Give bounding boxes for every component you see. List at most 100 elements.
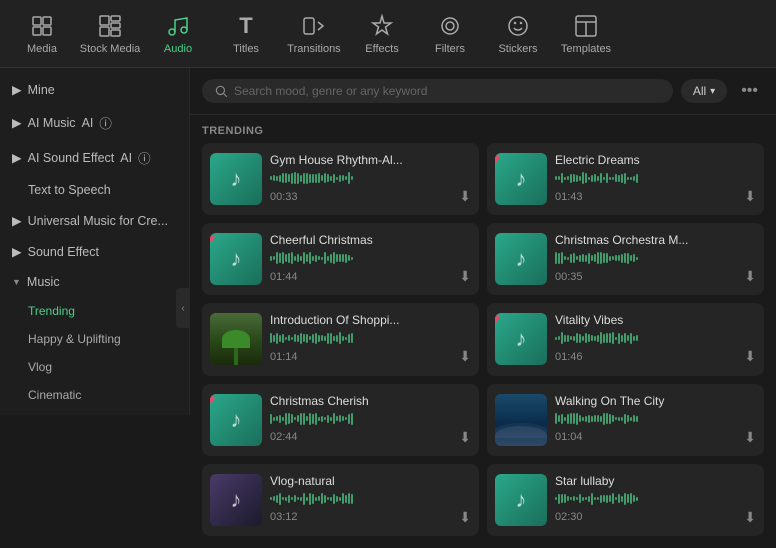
sidebar-item-text-to-speech[interactable]: Text to Speech (0, 175, 189, 205)
music-card-3[interactable]: ♥ ♪ Cheerful Christmas 01:44 ⬇ (202, 223, 479, 295)
music-card-1[interactable]: ♪ Gym House Rhythm-Al... 00:33 ⬇ (202, 143, 479, 215)
music-meta: 01:04 ⬇ (555, 429, 756, 446)
music-card-10[interactable]: ♪ Star lullaby 02:30 ⬇ (487, 464, 764, 536)
waveform (270, 171, 471, 185)
download-icon[interactable]: ⬇ (744, 268, 756, 285)
cinematic-sub-label: Cinematic (28, 388, 81, 402)
download-icon[interactable]: ⬇ (459, 188, 471, 205)
sidebar-sub-trending[interactable]: Trending (0, 297, 189, 325)
download-icon[interactable]: ⬇ (744, 188, 756, 205)
download-icon[interactable]: ⬇ (459, 429, 471, 446)
stock-media-icon (97, 13, 123, 39)
download-icon[interactable]: ⬇ (744, 348, 756, 365)
nav-media-label: Media (27, 43, 57, 55)
nav-templates[interactable]: Templates (552, 4, 620, 64)
heart-badge: ♥ (210, 233, 215, 246)
sidebar-collapse-button[interactable]: ‹ (176, 288, 190, 328)
music-thumbnail: ♪ (210, 474, 262, 526)
music-duration: 00:35 (555, 271, 583, 283)
download-icon[interactable]: ⬇ (744, 429, 756, 446)
sidebar-item-mine[interactable]: ▶ Mine (0, 74, 189, 105)
music-info: Introduction Of Shoppi... 01:14 ⬇ (270, 313, 471, 365)
nav-audio-label: Audio (164, 43, 192, 55)
search-input[interactable] (234, 84, 661, 98)
sidebar-item-ai-sound-effect[interactable]: ▶ AI Sound Effect AI ⓘ (0, 140, 189, 175)
nav-transitions[interactable]: Transitions (280, 4, 348, 64)
music-note-icon: ♪ (516, 326, 527, 352)
music-info: Star lullaby 02:30 ⬇ (555, 474, 756, 526)
music-title: Christmas Cherish (270, 394, 471, 408)
download-icon[interactable]: ⬇ (744, 509, 756, 526)
sidebar-item-sound-effect[interactable]: ▶ Sound Effect (0, 236, 189, 267)
nav-effects[interactable]: Effects (348, 4, 416, 64)
music-title: Christmas Orchestra M... (555, 233, 756, 247)
download-icon[interactable]: ⬇ (459, 509, 471, 526)
music-duration: 02:30 (555, 511, 583, 523)
sidebar-music-label: Music (27, 275, 60, 289)
nav-effects-label: Effects (365, 43, 398, 55)
heart-badge: ♥ (210, 394, 215, 407)
music-meta: 03:12 ⬇ (270, 509, 471, 526)
filter-button[interactable]: All ▾ (681, 79, 727, 103)
nav-stock-media-label: Stock Media (80, 43, 141, 55)
search-input-wrap[interactable] (202, 79, 673, 103)
music-meta: 02:44 ⬇ (270, 429, 471, 446)
music-card-8[interactable]: Walking On The City 01:04 ⬇ (487, 384, 764, 456)
music-card-5[interactable]: Introduction Of Shoppi... 01:14 ⬇ (202, 303, 479, 375)
music-arrow: ▼ (12, 277, 21, 287)
waveform (270, 412, 471, 426)
music-note-icon: ♪ (231, 166, 242, 192)
music-thumbnail: ♪ (495, 233, 547, 285)
music-info: Electric Dreams 01:43 ⬇ (555, 153, 756, 205)
music-duration: 01:44 (270, 271, 298, 283)
sound-effect-arrow: ▶ (12, 244, 22, 259)
sidebar-sub-cinematic[interactable]: Cinematic (0, 381, 189, 409)
nav-stickers[interactable]: Stickers (484, 4, 552, 64)
more-options-button[interactable]: ••• (735, 78, 764, 104)
nav-audio[interactable]: Audio (144, 4, 212, 64)
music-card-9[interactable]: ♪ Vlog-natural 03:12 ⬇ (202, 464, 479, 536)
music-info: Cheerful Christmas 01:44 ⬇ (270, 233, 471, 285)
waveform (555, 492, 756, 506)
download-icon[interactable]: ⬇ (459, 268, 471, 285)
sidebar-item-music[interactable]: ▼ Music (0, 267, 189, 297)
music-thumbnail: ♪ (210, 153, 262, 205)
sidebar-sub-happy-uplifting[interactable]: Happy & Uplifting (0, 325, 189, 353)
nav-filters[interactable]: Filters (416, 4, 484, 64)
music-info: Vitality Vibes 01:46 ⬇ (555, 313, 756, 365)
trending-sub-label: Trending (28, 304, 75, 318)
sidebar-ai-music-label: AI Music (28, 116, 76, 130)
sidebar: ▶ Mine ▶ AI Music AI ⓘ ▶ AI Sound Effect… (0, 68, 190, 415)
mine-arrow: ▶ (12, 82, 22, 97)
music-title: Star lullaby (555, 474, 756, 488)
music-meta: 01:14 ⬇ (270, 348, 471, 365)
music-meta: 00:35 ⬇ (555, 268, 756, 285)
sidebar-item-ai-music[interactable]: ▶ AI Music AI ⓘ (0, 105, 189, 140)
music-card-4[interactable]: ♪ Christmas Orchestra M... 00:35 ⬇ (487, 223, 764, 295)
stickers-icon (505, 13, 531, 39)
music-note-icon: ♪ (231, 487, 242, 513)
music-title: Electric Dreams (555, 153, 756, 167)
nav-stock-media[interactable]: Stock Media (76, 4, 144, 64)
filters-icon (437, 13, 463, 39)
more-icon: ••• (741, 82, 758, 99)
music-card-7[interactable]: ♥ ♪ Christmas Cherish 02:44 ⬇ (202, 384, 479, 456)
sidebar-item-universal-music[interactable]: ▶ Universal Music for Cre... (0, 205, 189, 236)
music-title: Walking On The City (555, 394, 756, 408)
ai-sound-info-icon: ⓘ (138, 148, 151, 167)
music-card-6[interactable]: ♥ ♪ Vitality Vibes 01:46 ⬇ (487, 303, 764, 375)
download-icon[interactable]: ⬇ (459, 348, 471, 365)
nav-titles[interactable]: T Titles (212, 4, 280, 64)
music-duration: 01:43 (555, 191, 583, 203)
media-icon (29, 13, 55, 39)
ai-music-badge: AI (82, 116, 94, 130)
sidebar-sub-vlog[interactable]: Vlog (0, 353, 189, 381)
music-note-icon: ♪ (516, 246, 527, 272)
nav-stickers-label: Stickers (498, 43, 537, 55)
nav-media[interactable]: Media (8, 4, 76, 64)
music-title: Vitality Vibes (555, 313, 756, 327)
sidebar-universal-label: Universal Music for Cre... (28, 214, 168, 228)
music-card-2[interactable]: ♥ ♪ Electric Dreams 01:43 ⬇ (487, 143, 764, 215)
music-duration: 01:46 (555, 351, 583, 363)
sidebar-mine-label: Mine (28, 83, 55, 97)
